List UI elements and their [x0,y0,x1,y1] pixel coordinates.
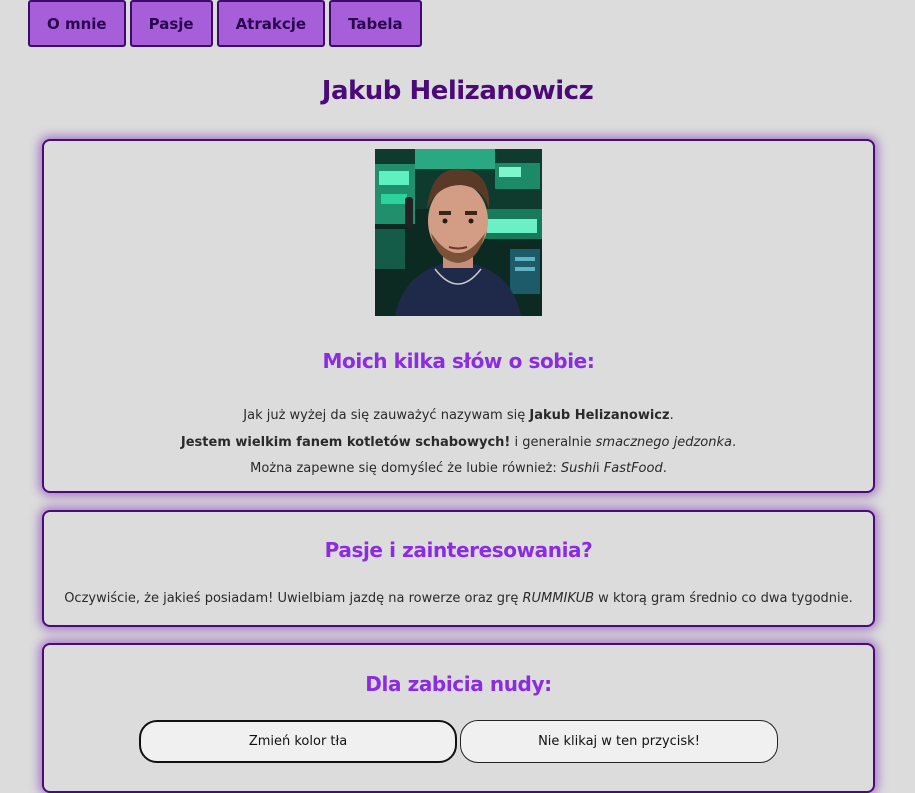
about-line-2: Jestem wielkim fanem kotletów schabowych… [180,434,737,450]
nav-button-pasje[interactable]: Pasje [129,0,213,47]
passions-game: RUMMIKUB [522,591,595,606]
change-background-button[interactable]: Zmień kolor tła [139,720,457,763]
passions-text: Oczywiście, że jakieś posiadam! Uwielbia… [64,591,853,606]
about-fastfood: FastFood [603,461,663,476]
nav-button-o-mnie[interactable]: O mnie [28,0,126,47]
dont-click-button[interactable]: Nie klikaj w ten przycisk! [460,720,778,763]
about-schabowe: Jestem wielkim fanem kotletów schabowych… [180,434,511,450]
fun-heading: Dla zabicia nudy: [365,672,552,696]
about-heading: Moich kilka słów o sobie: [322,349,595,373]
about-jedzonko: smacznego jedzonka [595,434,732,450]
nav-button-atrakcje[interactable]: Atrakcje [216,0,326,47]
profile-photo [375,149,542,316]
about-line-3: Można zapewne się domyśleć że lubie równ… [250,461,667,476]
about-card: Moich kilka słów o sobie: Jak już wyżej … [42,139,875,493]
about-text: Jak już wyżej da się zauważyć nazywam si… [44,403,873,483]
fun-card: Dla zabicia nudy: Zmień kolor tła Nie kl… [42,643,875,793]
passions-card: Pasje i zainteresowania? Oczywiście, że … [42,510,875,627]
top-nav: O mnie Pasje Atrakcje Tabela [28,0,422,47]
about-name: Jakub Helizanowicz [529,408,670,423]
page-title: Jakub Helizanowicz [321,76,594,106]
about-line-1: Jak już wyżej da się zauważyć nazywam si… [243,408,674,423]
nav-button-tabela[interactable]: Tabela [329,0,422,47]
passions-heading: Pasje i zainteresowania? [324,538,593,562]
about-sushi: Sushi [560,461,597,476]
fun-buttons: Zmień kolor tła Nie klikaj w ten przycis… [139,720,778,763]
